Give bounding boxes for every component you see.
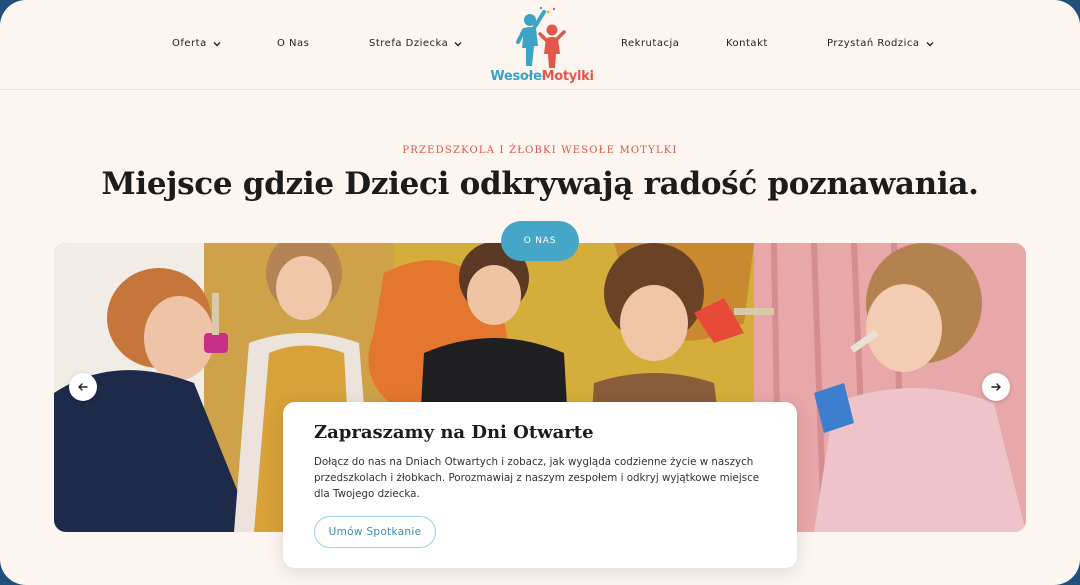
children-logo-icon	[516, 6, 566, 68]
site-logo[interactable]: WesołeMotylki	[486, 6, 598, 88]
nav-item-oferta[interactable]: Oferta	[172, 38, 222, 49]
nav-item-przystan-rodzica[interactable]: Przystań Rodzica	[827, 38, 935, 49]
open-days-card: Zapraszamy na Dni Otwarte Dołącz do nas …	[283, 402, 797, 568]
card-title: Zapraszamy na Dni Otwarte	[314, 422, 594, 443]
nav-item-label: Strefa Dziecka	[369, 38, 449, 49]
nav-item-kontakt[interactable]: Kontakt	[726, 38, 768, 49]
nav-item-label: Oferta	[172, 38, 207, 49]
logo-wordmark: WesołeMotylki	[490, 69, 594, 84]
o-nas-button[interactable]: O NAS	[501, 221, 579, 261]
hero-headline: Miejsce gdzie Dzieci odkrywają radość po…	[101, 166, 979, 202]
nav-item-rekrutacja[interactable]: Rekrutacja	[621, 38, 679, 49]
chevron-down-icon	[213, 41, 221, 46]
nav-item-label: Kontakt	[726, 38, 768, 49]
page-frame: Oferta O Nas Strefa Dziecka WesołeMotylk…	[0, 0, 1080, 585]
nav-item-label: O Nas	[277, 38, 310, 49]
slider-prev-button[interactable]	[69, 373, 97, 401]
hero-eyebrow: PRZEDSZKOLA I ŻŁOBKI WESOŁE MOTYLKI	[402, 145, 678, 156]
nav-item-label: Przystań Rodzica	[827, 38, 920, 49]
chevron-down-icon	[454, 41, 462, 46]
chevron-down-icon	[926, 41, 934, 46]
nav-item-o-nas[interactable]: O Nas	[277, 38, 309, 49]
arrow-left-icon	[78, 383, 88, 391]
nav-item-strefa-dziecka[interactable]: Strefa Dziecka	[369, 38, 463, 49]
arrow-right-icon	[991, 383, 1001, 391]
nav-item-label: Rekrutacja	[621, 38, 680, 49]
schedule-meeting-button[interactable]: Umów Spotkanie	[314, 516, 436, 548]
card-body: Dołącz do nas na Dniach Otwartych i zoba…	[314, 456, 760, 500]
top-navigation: Oferta O Nas Strefa Dziecka WesołeMotylk…	[0, 0, 1080, 90]
slider-next-button[interactable]	[982, 373, 1010, 401]
